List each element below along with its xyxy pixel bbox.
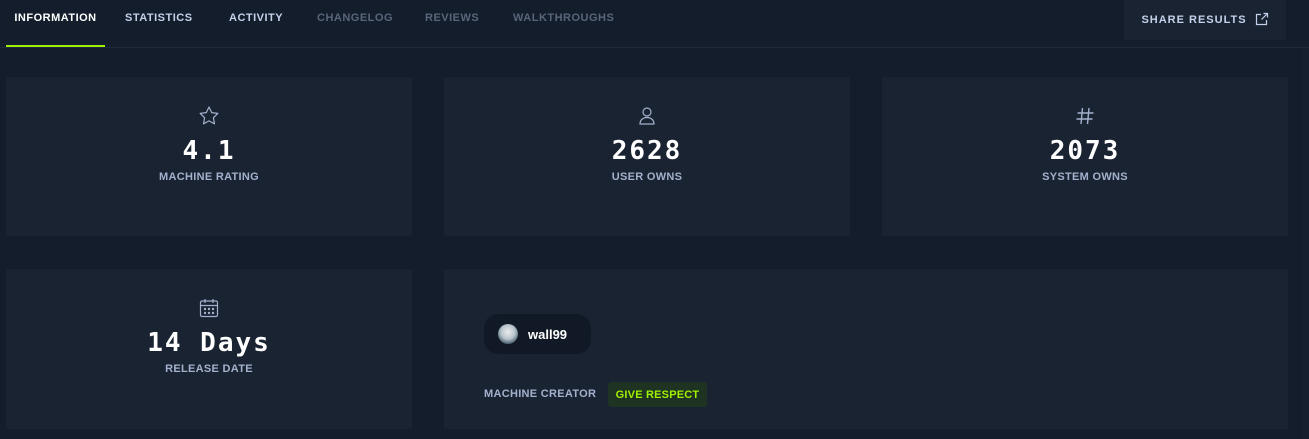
- tab-statistics[interactable]: STATISTICS: [125, 0, 193, 48]
- creator-profile-link[interactable]: wall99: [484, 314, 591, 354]
- machine-creator-card: wall99 MACHINE CREATOR GIVE RESPECT: [444, 269, 1288, 429]
- user-owns-card: 2628 USER OWNS: [444, 77, 850, 236]
- release-date-card: 14 Days RELEASE DATE: [6, 269, 412, 429]
- tab-walkthroughs[interactable]: WALKTHROUGHS: [513, 0, 614, 48]
- user-owns-label: USER OWNS: [611, 171, 683, 183]
- machine-rating-value: 4.1: [182, 136, 236, 166]
- release-date-label: RELEASE DATE: [165, 363, 253, 375]
- machine-creator-label: MACHINE CREATOR: [484, 388, 597, 400]
- tab-changelog[interactable]: CHANGELOG: [317, 0, 393, 48]
- tab-activity[interactable]: ACTIVITY: [229, 0, 283, 48]
- creator-name: wall99: [528, 326, 568, 342]
- avatar: [498, 324, 518, 344]
- user-icon: [636, 105, 658, 127]
- machine-rating-card: 4.1 MACHINE RATING: [6, 77, 412, 236]
- machine-rating-label: MACHINE RATING: [159, 171, 259, 183]
- tab-bar: INFORMATION STATISTICS ACTIVITY CHANGELO…: [0, 0, 1309, 48]
- tab-reviews[interactable]: REVIEWS: [425, 0, 479, 48]
- tab-information[interactable]: INFORMATION: [6, 0, 105, 48]
- system-owns-label: SYSTEM OWNS: [1042, 171, 1128, 183]
- share-results-button[interactable]: SHARE RESULTS: [1124, 0, 1286, 40]
- release-date-value: 14 Days: [147, 328, 271, 358]
- external-link-icon: [1255, 12, 1269, 29]
- calendar-icon: [198, 297, 220, 319]
- user-owns-value: 2628: [611, 136, 683, 166]
- scrollbar[interactable]: [1302, 48, 1309, 439]
- share-results-label: SHARE RESULTS: [1141, 14, 1247, 26]
- hash-icon: [1074, 105, 1096, 127]
- star-icon: [198, 105, 220, 127]
- system-owns-card: 2073 SYSTEM OWNS: [882, 77, 1288, 236]
- give-respect-button[interactable]: GIVE RESPECT: [608, 382, 707, 407]
- system-owns-value: 2073: [1049, 136, 1121, 166]
